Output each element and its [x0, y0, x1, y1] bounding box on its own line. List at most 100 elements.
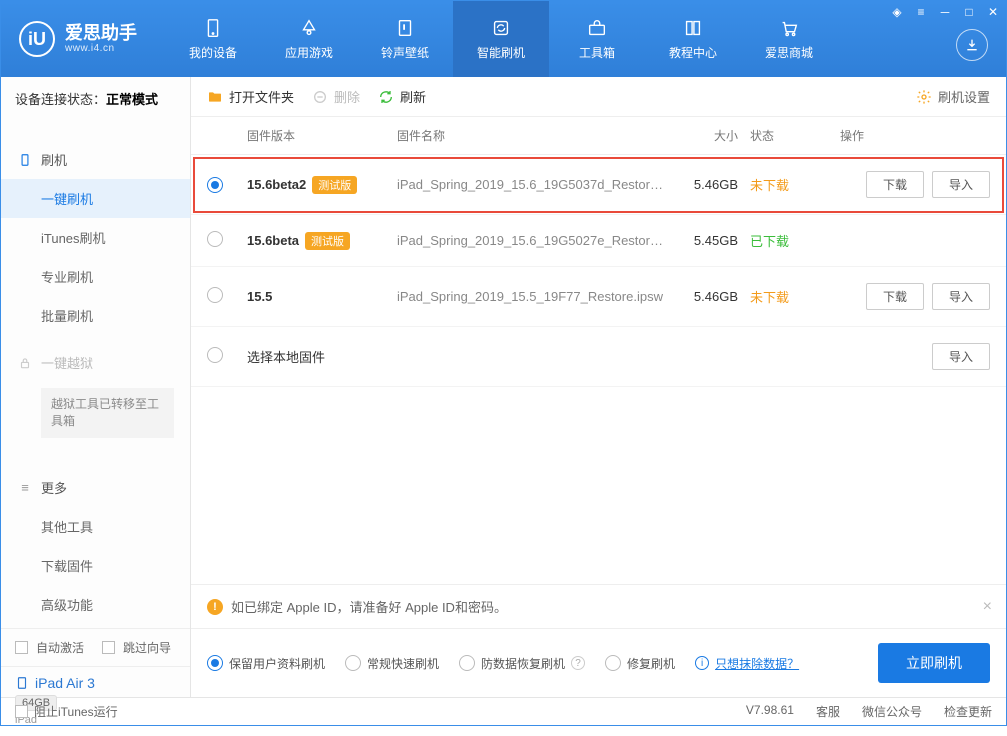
- firmware-size: 5.46GB: [670, 289, 750, 304]
- beta-tag: 测试版: [312, 176, 357, 194]
- nav-store[interactable]: 爱思商城: [741, 1, 837, 77]
- firmware-row[interactable]: 15.6beta测试版 iPad_Spring_2019_15.6_19G502…: [191, 215, 1006, 267]
- firmware-version: 15.6beta2测试版: [247, 176, 397, 194]
- radio-icon: [459, 655, 475, 671]
- win-close-icon[interactable]: ✕: [986, 5, 1000, 19]
- flash-now-button[interactable]: 立即刷机: [878, 643, 990, 683]
- erase-link[interactable]: 只想抹除数据？: [715, 655, 799, 672]
- firmware-row[interactable]: 15.6beta2测试版 iPad_Spring_2019_15.6_19G50…: [191, 155, 1006, 215]
- refresh-icon: [378, 89, 394, 105]
- flash-settings-button[interactable]: 刷机设置: [916, 87, 990, 106]
- firmware-row[interactable]: 选择本地固件 导入: [191, 327, 1006, 387]
- win-minimize-icon[interactable]: －: [938, 5, 952, 19]
- music-icon: [394, 17, 416, 39]
- sidebar-item-pro-flash[interactable]: 专业刷机: [1, 257, 190, 296]
- check-update-link[interactable]: 检查更新: [944, 703, 992, 720]
- download-button[interactable]: 下载: [866, 171, 924, 198]
- info-icon[interactable]: i: [695, 656, 709, 670]
- sidebar-item-itunes-flash[interactable]: iTunes刷机: [1, 218, 190, 257]
- sidebar-section-flash[interactable]: 刷机: [1, 140, 190, 179]
- win-skin-icon[interactable]: ◈: [890, 5, 904, 19]
- win-maximize-icon[interactable]: □: [962, 5, 976, 19]
- device-name: iPad Air 3: [15, 675, 176, 691]
- skip-guide-checkbox[interactable]: [102, 641, 115, 654]
- more-icon: ≡: [17, 479, 33, 495]
- wechat-link[interactable]: 微信公众号: [862, 703, 922, 720]
- firmware-row[interactable]: 15.5 iPad_Spring_2019_15.5_19F77_Restore…: [191, 267, 1006, 327]
- radio-icon[interactable]: [207, 231, 223, 247]
- firmware-columns: 固件版本 固件名称 大小 状态 操作: [191, 117, 1006, 155]
- sidebar-item-download-firmware[interactable]: 下载固件: [1, 546, 190, 585]
- win-menu-icon[interactable]: ≡: [914, 5, 928, 19]
- gear-icon: [916, 89, 932, 105]
- firmware-list: 15.6beta2测试版 iPad_Spring_2019_15.6_19G50…: [191, 155, 1006, 387]
- firmware-size: 5.46GB: [670, 177, 750, 192]
- app-domain: www.i4.cn: [65, 43, 137, 54]
- folder-icon: [207, 89, 223, 105]
- firmware-name: iPad_Spring_2019_15.5_19F77_Restore.ipsw: [397, 289, 670, 304]
- nav-tutorials[interactable]: 教程中心: [645, 1, 741, 77]
- nav-apps[interactable]: 应用游戏: [261, 1, 357, 77]
- erase-info: i 只想抹除数据？: [695, 655, 799, 672]
- app-header: iU 爱思助手 www.i4.cn 我的设备 应用游戏 铃声壁纸 智能刷机 工具…: [1, 1, 1006, 77]
- firmware-version: 15.6beta测试版: [247, 232, 397, 250]
- auto-activate-row: 自动激活 跳过向导: [1, 629, 190, 666]
- phone-icon: [202, 17, 224, 39]
- apps-icon: [298, 17, 320, 39]
- auto-activate-checkbox[interactable]: [15, 641, 28, 654]
- import-button[interactable]: 导入: [932, 171, 990, 198]
- support-link[interactable]: 客服: [816, 703, 840, 720]
- col-size: 大小: [670, 127, 750, 144]
- jailbreak-note: 越狱工具已转移至工具箱: [41, 388, 174, 438]
- device-info[interactable]: iPad Air 3 64GB iPad: [1, 666, 190, 736]
- block-itunes-checkbox[interactable]: [15, 705, 28, 718]
- radio-icon: [207, 655, 223, 671]
- col-version: 固件版本: [247, 127, 397, 144]
- nav-toolbox[interactable]: 工具箱: [549, 1, 645, 77]
- opt-keep-data[interactable]: 保留用户资料刷机: [207, 655, 325, 672]
- refresh-icon: [490, 17, 512, 39]
- delete-icon: [312, 89, 328, 105]
- sidebar-item-batch-flash[interactable]: 批量刷机: [1, 296, 190, 335]
- open-folder-button[interactable]: 打开文件夹: [207, 87, 294, 106]
- local-firmware-label: 选择本地固件: [247, 347, 840, 366]
- toolbox-icon: [586, 17, 608, 39]
- radio-icon[interactable]: [207, 287, 223, 303]
- nav-flash[interactable]: 智能刷机: [453, 1, 549, 77]
- col-status: 状态: [750, 127, 840, 144]
- tablet-icon: [15, 676, 29, 690]
- flash-options: 保留用户资料刷机 常规快速刷机 防数据恢复刷机? 修复刷机 i 只想抹除数据？ 立…: [191, 629, 1006, 697]
- refresh-button[interactable]: 刷新: [378, 87, 426, 106]
- version-label: V7.98.61: [746, 703, 794, 720]
- help-icon[interactable]: ?: [571, 656, 585, 670]
- sidebar-item-advanced[interactable]: 高级功能: [1, 585, 190, 624]
- close-icon[interactable]: ×: [983, 598, 992, 616]
- sidebar-item-other-tools[interactable]: 其他工具: [1, 507, 190, 546]
- firmware-status: 未下载: [750, 287, 840, 306]
- window-controls: ◈ ≡ － □ ✕: [890, 5, 1000, 19]
- firmware-name: iPad_Spring_2019_15.6_19G5027e_Restore.i…: [397, 233, 670, 248]
- sidebar-section-jailbreak: 一键越狱: [1, 343, 190, 382]
- firmware-size: 5.45GB: [670, 233, 750, 248]
- main-nav: 我的设备 应用游戏 铃声壁纸 智能刷机 工具箱 教程中心 爱思商城: [165, 1, 837, 77]
- import-button[interactable]: 导入: [932, 283, 990, 310]
- radio-icon[interactable]: [207, 177, 223, 193]
- opt-repair-flash[interactable]: 修复刷机: [605, 655, 675, 672]
- radio-icon[interactable]: [207, 347, 223, 363]
- firmware-status: 未下载: [750, 175, 840, 194]
- radio-icon: [605, 655, 621, 671]
- beta-tag: 测试版: [305, 232, 350, 250]
- block-itunes[interactable]: 阻止iTunes运行: [15, 703, 118, 720]
- download-button[interactable]: [956, 29, 988, 61]
- download-button[interactable]: 下载: [866, 283, 924, 310]
- nav-ringtones[interactable]: 铃声壁纸: [357, 1, 453, 77]
- firmware-name: iPad_Spring_2019_15.6_19G5037d_Restore.i…: [397, 177, 670, 192]
- opt-normal-flash[interactable]: 常规快速刷机: [345, 655, 439, 672]
- nav-my-device[interactable]: 我的设备: [165, 1, 261, 77]
- toolbar: 打开文件夹 删除 刷新 刷机设置: [191, 77, 1006, 117]
- import-button[interactable]: 导入: [932, 343, 990, 370]
- sidebar-item-oneclick-flash[interactable]: 一键刷机: [1, 179, 190, 218]
- opt-antidata-flash[interactable]: 防数据恢复刷机?: [459, 655, 585, 672]
- connection-status: 设备连接状态：正常模式: [1, 77, 190, 120]
- sidebar-section-more[interactable]: ≡ 更多: [1, 468, 190, 507]
